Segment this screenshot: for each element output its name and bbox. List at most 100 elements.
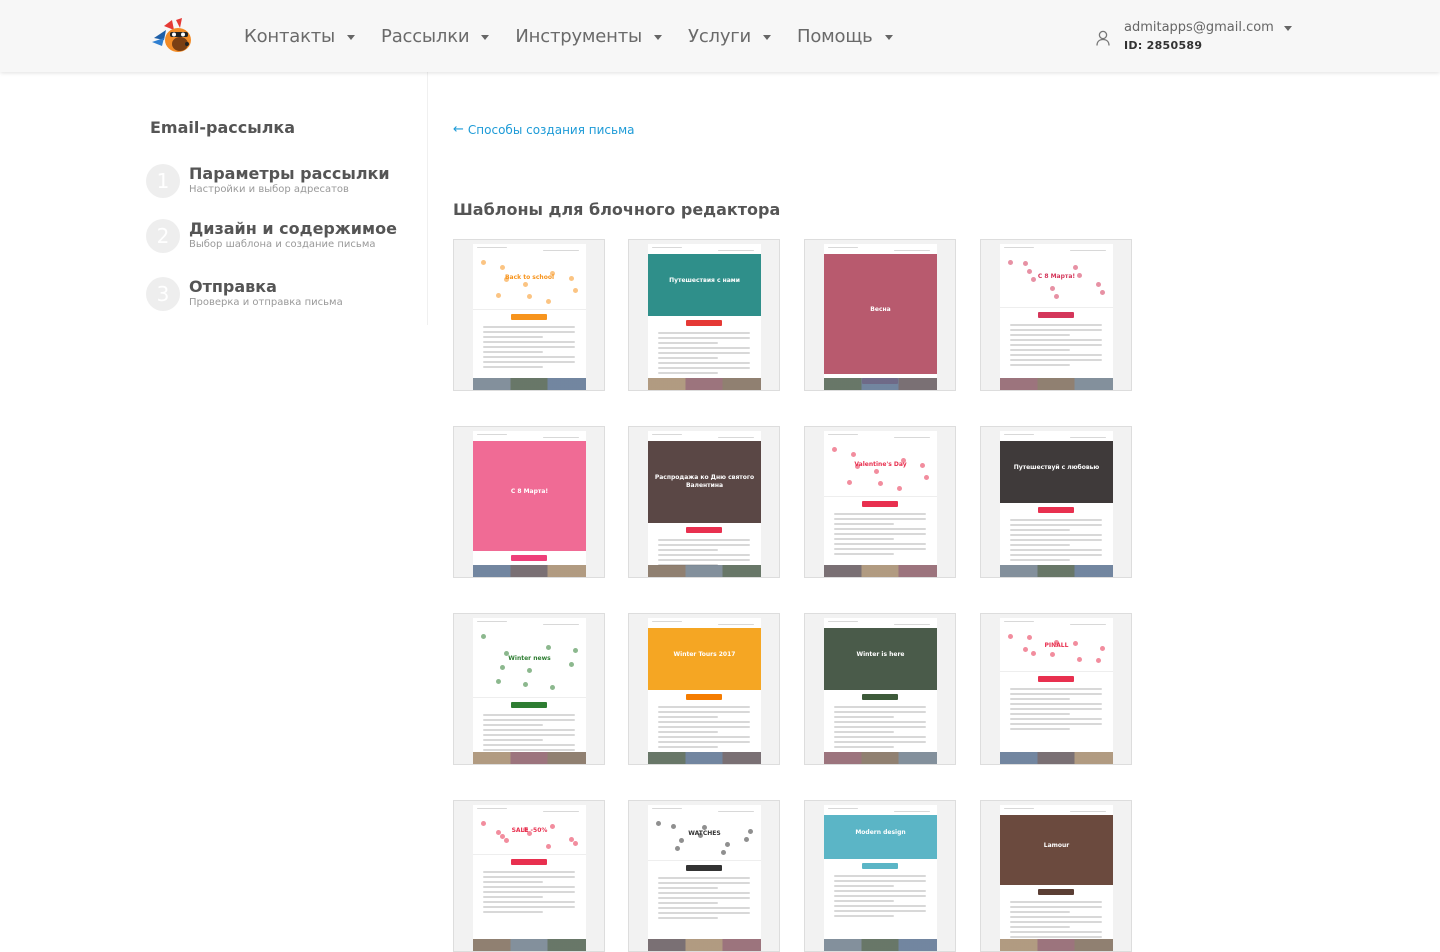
template-card-winter-tours[interactable]: Winter Tours 2017 [628, 613, 780, 765]
nav-help[interactable]: Помощь [797, 22, 893, 50]
preview-decoration [924, 475, 929, 480]
preview-decoration [1100, 290, 1105, 295]
preview-line [658, 741, 750, 743]
nav-services[interactable]: Услуги [688, 22, 772, 50]
nav-campaigns[interactable]: Рассылки [381, 22, 490, 50]
preview-hero-text: Lamour [1043, 842, 1070, 849]
template-card-travel-love[interactable]: Путешествуй с любовью [980, 426, 1132, 578]
template-preview: Путешествуй с любовью [1000, 431, 1113, 577]
preview-line [1010, 344, 1102, 346]
preview-button [511, 702, 547, 708]
preview-line [834, 885, 894, 887]
step-subtitle: Проверка и отправка письма [189, 297, 343, 308]
preview-line [658, 912, 750, 914]
preview-image-strip [824, 939, 937, 951]
preview-line [658, 917, 718, 919]
preview-hero: С 8 Марта! [473, 441, 586, 551]
preview-decoration [847, 480, 852, 485]
template-card-valentines-day[interactable]: Valentine's Day [804, 426, 956, 578]
top-navbar: Контакты Рассылки Инструменты Услуги Пом… [0, 0, 1440, 72]
preview-line [658, 711, 750, 713]
template-card-topbrands[interactable]: SALE -50% [453, 800, 605, 952]
preview-line [828, 808, 858, 809]
step-number: 2 [146, 219, 180, 253]
template-card-8-march-flowers[interactable]: С 8 Марта! [980, 239, 1132, 391]
account-menu[interactable]: admitapps@gmail.com ID: 2850589 [1096, 20, 1292, 52]
preview-line [652, 247, 682, 248]
preview-line [1010, 324, 1102, 326]
template-card-spring[interactable]: Весна [804, 239, 956, 391]
template-card-watches[interactable]: WATCHES [628, 800, 780, 952]
preview-hero-text: SALE -50% [511, 827, 548, 834]
preview-line [483, 356, 575, 358]
preview-line [834, 513, 926, 515]
step-subtitle: Настройки и выбор адресатов [189, 184, 349, 195]
step-settings[interactable]: 1 Параметры рассылки Настройки и выбор а… [146, 164, 390, 198]
preview-line [543, 437, 579, 438]
preview-hero: Winter news [473, 628, 586, 698]
template-card-pinall[interactable]: PINALL [980, 613, 1132, 765]
preview-button [862, 863, 898, 869]
preview-line [1010, 534, 1102, 536]
preview-line [483, 881, 543, 883]
preview-image-strip [1000, 752, 1113, 764]
preview-line [483, 331, 575, 333]
preview-line [834, 905, 926, 907]
preview-line [834, 726, 926, 728]
template-card-winter-news[interactable]: Winter news [453, 613, 605, 765]
template-card-modern-design[interactable]: Modern design [804, 800, 956, 952]
template-card-8-march-pink[interactable]: С 8 Марта! [453, 426, 605, 578]
preview-line [658, 736, 750, 738]
preview-line [477, 434, 507, 435]
preview-line [658, 907, 750, 909]
preview-button [686, 320, 722, 326]
preview-hero-text: С 8 Марта! [1037, 273, 1076, 280]
template-preview: Весна [824, 244, 937, 390]
preview-image-strip [648, 565, 761, 577]
preview-line [1010, 354, 1102, 356]
preview-decoration [1050, 286, 1055, 291]
template-card-winter-is-here[interactable]: Winter is here [804, 613, 956, 765]
preview-image-strip [648, 752, 761, 764]
preview-button [1038, 889, 1074, 895]
preview-line [658, 731, 718, 733]
preview-line [658, 549, 718, 551]
preview-decoration [1008, 260, 1013, 265]
step-subtitle: Выбор шаблона и создание письма [189, 239, 376, 250]
preview-decoration [481, 634, 486, 639]
step-design[interactable]: 2 Дизайн и содержимое Выбор шаблона и со… [146, 219, 397, 253]
preview-decoration [546, 299, 551, 304]
preview-line [834, 533, 926, 535]
step-send[interactable]: 3 Отправка Проверка и отправка письма [146, 277, 343, 311]
preview-line [834, 890, 926, 892]
template-card-lamour[interactable]: Lamour [980, 800, 1132, 952]
preview-hero-text: PINALL [1044, 642, 1069, 649]
main-nav: Контакты Рассылки Инструменты Услуги Пом… [244, 22, 919, 50]
preview-line [1010, 339, 1102, 341]
preview-line [658, 347, 750, 349]
preview-hero-text: WATCHES [688, 830, 721, 837]
preview-line [658, 746, 718, 748]
logo-icon[interactable] [150, 16, 194, 56]
preview-decoration [523, 682, 528, 687]
nav-label: Услуги [688, 25, 752, 47]
preview-button [862, 501, 898, 507]
preview-line [834, 731, 894, 733]
preview-button [686, 694, 722, 700]
nav-label: Рассылки [381, 25, 470, 47]
preview-line [1010, 524, 1102, 526]
preview-line [483, 739, 543, 741]
preview-hero: Modern design [824, 815, 937, 859]
chevron-down-icon [654, 34, 663, 40]
nav-tools[interactable]: Инструменты [515, 22, 663, 50]
preview-decoration [481, 260, 486, 265]
template-card-back-to-school[interactable]: Back to school [453, 239, 605, 391]
nav-contacts[interactable]: Контакты [244, 22, 356, 50]
preview-line [543, 624, 579, 625]
wizard-sidebar: Email-рассылка 1 Параметры рассылки Наст… [0, 72, 428, 325]
preview-hero: Winter is here [824, 628, 937, 690]
template-card-valentine-sale[interactable]: Распродажа ко Дню святого Валентина [628, 426, 780, 578]
back-to-methods-link[interactable]: ← Способы создания письма [453, 122, 634, 137]
template-card-sunmar[interactable]: Путешествия с нами [628, 239, 780, 391]
preview-line [483, 734, 575, 736]
